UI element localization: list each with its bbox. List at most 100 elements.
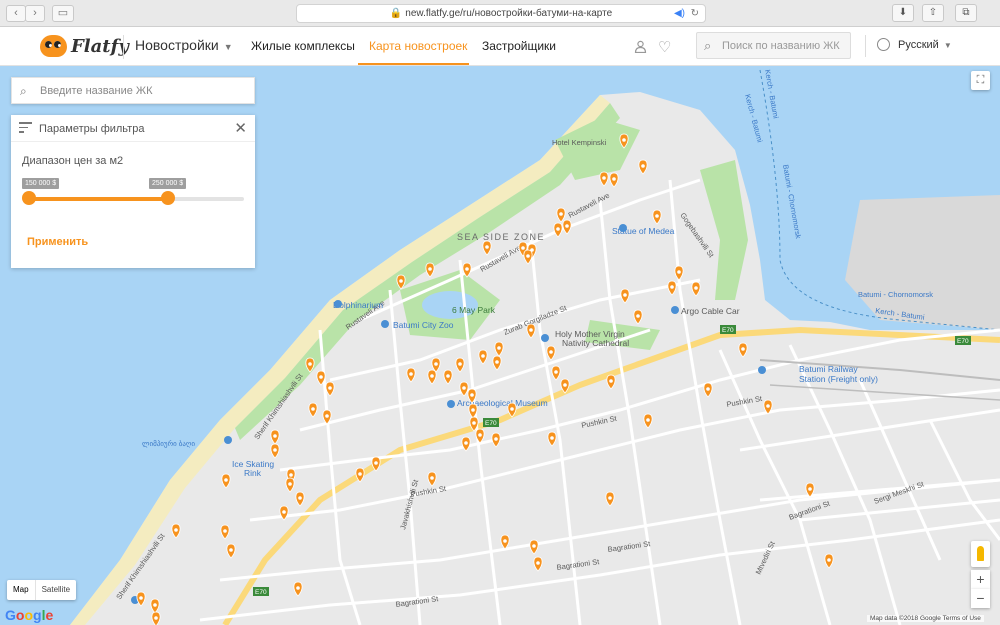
url-bar[interactable]: 🔒 new.flatfy.ge/ru/новостройки-батуми-на-… (296, 4, 706, 23)
listing-marker-dot (827, 558, 831, 562)
listing-marker-dot (471, 408, 475, 412)
poi-icon[interactable] (541, 334, 549, 342)
map-attribution[interactable]: Map data ©2018 Google Terms of Use (867, 615, 984, 622)
min-price-handle[interactable] (22, 191, 36, 205)
listing-marker-dot (325, 414, 329, 418)
chevron-down-icon: ▼ (223, 42, 233, 52)
search-icon: ⌕ (20, 84, 27, 98)
listing-marker-dot (139, 596, 143, 600)
e70-label: E70 (957, 338, 969, 345)
label-cathedral2: Nativity Cathedral (562, 338, 629, 348)
zoom-out-button[interactable]: − (971, 589, 990, 608)
listing-marker-dot (485, 245, 489, 249)
poi-icon[interactable] (758, 366, 766, 374)
listing-marker-dot (430, 374, 434, 378)
back-button[interactable]: ‹ (6, 5, 26, 22)
apply-button[interactable]: Применить (27, 236, 88, 248)
label-zoo: Batumi City Zoo (393, 320, 454, 330)
listing-marker-dot (428, 267, 432, 271)
listing-marker-dot (526, 254, 530, 258)
header-divider-2 (865, 35, 866, 57)
listing-marker-dot (609, 379, 613, 383)
poi-icon[interactable] (619, 224, 627, 232)
listing-marker-dot (655, 214, 659, 218)
listing-marker-dot (563, 383, 567, 387)
listing-marker-dot (358, 472, 362, 476)
poi-icon[interactable] (224, 436, 232, 444)
listing-marker-dot (289, 473, 293, 477)
filter-header: Параметры фильтра ✕ (11, 115, 255, 142)
listing-marker-dot (612, 177, 616, 181)
listing-marker-dot (409, 372, 413, 376)
listing-marker-dot (273, 448, 277, 452)
header-search-input[interactable]: ⌕ Поиск по названию ЖК (696, 32, 851, 59)
label-seaside: SEA SIDE ZONE (457, 232, 545, 242)
listing-marker-dot (494, 437, 498, 441)
price-range-fill (29, 197, 168, 201)
listing-marker-dot (308, 362, 312, 366)
speaker-icon[interactable]: ◀) (674, 5, 685, 22)
zoom-in-button[interactable]: + (971, 570, 990, 589)
price-range-track[interactable] (29, 197, 244, 201)
street-view-pegman-icon[interactable] (971, 541, 990, 567)
listing-marker-dot (495, 360, 499, 364)
label-argo: Argo Cable Car (681, 306, 740, 316)
tabs-icon[interactable]: ⧉ (955, 4, 977, 22)
listing-marker-dot (311, 407, 315, 411)
listing-marker-dot (497, 346, 501, 350)
download-icon[interactable]: ⬇ (892, 4, 914, 22)
map-search-placeholder: Введите название ЖК (40, 85, 153, 97)
label-may6: 6 May Park (452, 305, 496, 315)
listing-marker-dot (636, 314, 640, 318)
listing-marker-dot (641, 164, 645, 168)
language-select[interactable]: Русский ▼ (898, 39, 952, 51)
url-domain: new.flatfy.ge (405, 8, 461, 19)
listing-marker-dot (549, 350, 553, 354)
listing-marker-dot (529, 328, 533, 332)
map-search-input[interactable]: ⌕ Введите название ЖК (11, 77, 255, 104)
search-icon: ⌕ (704, 38, 712, 53)
label-chornomorsk: Batumi - Chornomorsk (858, 290, 933, 299)
chevron-down-icon: ▼ (943, 41, 952, 50)
nav-developers[interactable]: Застройщики (482, 39, 556, 53)
forward-button[interactable]: › (25, 5, 45, 22)
listing-marker-dot (622, 138, 626, 142)
header-search-placeholder: Поиск по названию ЖК (722, 40, 840, 52)
active-tab-indicator (358, 63, 469, 65)
label-railway1: Batumi Railway (799, 364, 858, 374)
share-icon[interactable]: ⇧ (922, 4, 944, 22)
listing-marker-dot (481, 354, 485, 358)
listing-marker-dot (532, 544, 536, 548)
reload-icon[interactable]: ↻ (691, 5, 699, 22)
listing-marker-dot (296, 586, 300, 590)
listing-marker-dot (298, 496, 302, 500)
listing-marker-dot (224, 478, 228, 482)
min-price-tag: 150 000 $ (22, 178, 60, 189)
nav-map[interactable]: Карта новостроек (369, 39, 467, 53)
nav-complexes[interactable]: Жилые комплексы (251, 39, 355, 53)
favorites-heart-icon[interactable]: ♡ (658, 38, 671, 56)
listing-marker-dot (174, 528, 178, 532)
sidebar-toggle-icon[interactable]: ▭ (52, 5, 74, 22)
poi-icon[interactable] (334, 300, 342, 308)
poi-icon[interactable] (671, 306, 679, 314)
globe-icon[interactable] (877, 38, 890, 51)
close-icon[interactable]: ✕ (234, 119, 247, 137)
max-price-handle[interactable] (161, 191, 175, 205)
poi-icon[interactable] (447, 400, 455, 408)
site-header: Flatfy Новостройки ▼ Жилые комплексы Карт… (0, 27, 1000, 66)
browser-toolbar: ‹ › ▭ 🔒 new.flatfy.ge/ru/новостройки-бату… (0, 0, 1000, 27)
map-type-map[interactable]: Map (7, 580, 36, 600)
user-icon[interactable] (634, 40, 647, 53)
map-type-control: Map Satellite (7, 580, 77, 600)
map-type-satellite[interactable]: Satellite (36, 580, 76, 600)
fullscreen-icon[interactable]: ⛶ (971, 71, 990, 90)
poi-icon[interactable] (381, 320, 389, 328)
listing-marker-dot (446, 374, 450, 378)
google-logo-letter: G (5, 607, 16, 623)
listing-marker-dot (273, 434, 277, 438)
listing-marker-dot (554, 370, 558, 374)
new-buildings-menu[interactable]: Новостройки ▼ (135, 37, 233, 53)
label-iceskating2: Rink (244, 468, 262, 478)
listing-marker-dot (462, 386, 466, 390)
